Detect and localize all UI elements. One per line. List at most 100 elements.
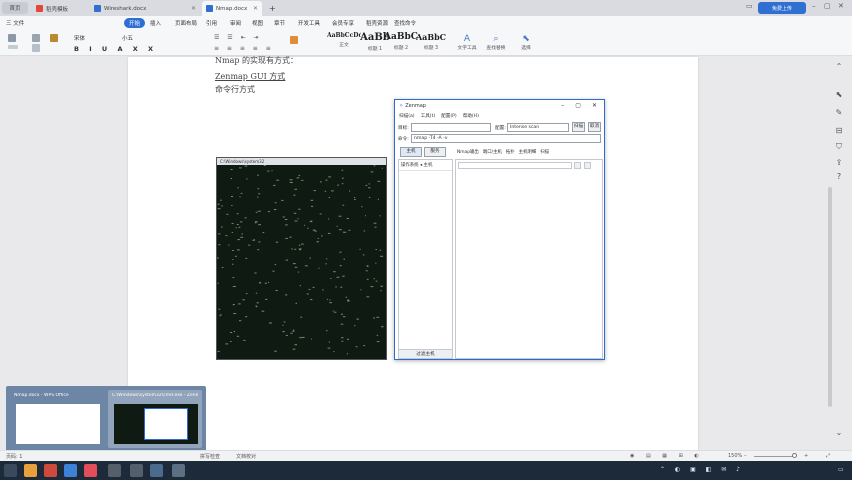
font-size-select[interactable]: 小五	[122, 34, 133, 42]
menu-file[interactable]: 三 文件	[6, 19, 24, 27]
paragraph-icon[interactable]	[290, 36, 298, 44]
zenmap-task-icon[interactable]	[172, 464, 185, 477]
zoom-in-icon[interactable]: +	[804, 453, 808, 459]
align-icons[interactable]: ≡ ≡ ≡ ≡ ≡	[214, 45, 274, 52]
cursor-tool-icon[interactable]: ⬉	[834, 90, 844, 100]
add-tab-button[interactable]: +	[265, 1, 276, 16]
tab-nmap-output[interactable]: Nmap输出	[457, 149, 479, 155]
minimize-icon[interactable]: –	[561, 102, 564, 109]
menu-dev-tools[interactable]: 开发工具	[298, 19, 320, 27]
maximize-icon[interactable]: ▢	[824, 2, 831, 10]
menu-section[interactable]: 章节	[274, 19, 285, 27]
terminal-dot	[331, 190, 334, 192]
zenmap-menu-profile[interactable]: 配置(P)	[441, 113, 457, 119]
file-explorer-icon[interactable]	[24, 464, 37, 477]
scan-button[interactable]: 扫描	[572, 122, 585, 132]
zenmap-menu-tools[interactable]: 工具(t)	[421, 113, 436, 119]
view-mode-icons[interactable]: ◉ ▤ ▦ ⊞ ◐	[630, 453, 704, 459]
preview-item-zenmap[interactable]: C:\Windows\system32\cmd.exe - Zenmap	[108, 390, 202, 448]
expand-icon[interactable]: ⌃	[834, 62, 844, 72]
find-replace-button[interactable]: ⌕ 查找替换	[484, 34, 508, 51]
start-icon[interactable]	[4, 464, 17, 477]
list-icons[interactable]: ☰ ☰ ⇤ ⇥	[214, 34, 262, 41]
menu-docer[interactable]: 稻壳资源	[366, 19, 388, 27]
tab-host-details[interactable]: 主机明细	[519, 149, 537, 155]
zoom-out-icon[interactable]: –	[744, 453, 747, 459]
fullscreen-icon[interactable]: ⤢	[826, 453, 830, 459]
share-icon[interactable]: ⇪	[834, 158, 844, 168]
minimize-icon[interactable]: –	[812, 2, 816, 10]
style-normal[interactable]: AaBbCcDd 正文	[327, 32, 361, 54]
terminal-task-icon[interactable]	[108, 464, 121, 477]
output-detail-icon[interactable]	[584, 162, 591, 169]
scroll-down-icon[interactable]: ⌄	[834, 428, 844, 438]
system-tray-icons[interactable]: ⌃ ◐ ▣ ◧ ✉ ♪	[660, 466, 744, 473]
services-tab[interactable]: 服务	[424, 147, 446, 157]
page-indicator[interactable]: 页码: 1	[6, 453, 22, 460]
shield-icon[interactable]: ⛉	[834, 142, 844, 152]
zenmap-window[interactable]: ✧ Zenmap – ▢ ✕ 扫描(a) 工具(t) 配置(P) 帮助(H) 目…	[394, 99, 605, 360]
vertical-scrollbar[interactable]	[826, 57, 834, 450]
settings-task-icon[interactable]	[130, 464, 143, 477]
host-list-panel[interactable]: 操作系统 ◂ 主机 过滤主机	[398, 159, 453, 359]
menu-start[interactable]: 开始	[124, 18, 146, 28]
output-edit-icon[interactable]	[574, 162, 581, 169]
hosts-tab[interactable]: 主机	[400, 147, 422, 157]
cut-icon[interactable]	[32, 34, 40, 42]
menu-search[interactable]: 查找命令	[394, 19, 416, 27]
tab-nmap[interactable]: Nmap.docx ✕	[202, 1, 262, 16]
style-heading-3[interactable]: AaBbC 标题 3	[414, 32, 448, 54]
cancel-button[interactable]: 取消	[588, 122, 601, 132]
wps-icon[interactable]	[44, 464, 57, 477]
filter-hosts-button[interactable]: 过滤主机	[399, 349, 452, 358]
style-heading-2[interactable]: AaBbC 标题 2	[384, 32, 418, 54]
profile-select[interactable]: Intense scan	[507, 123, 569, 132]
output-host-select[interactable]	[458, 162, 572, 169]
command-input[interactable]: nmap -T4 -A -v	[411, 134, 601, 143]
edit-tool-icon[interactable]: ✎	[834, 108, 844, 118]
paste-icon[interactable]	[8, 34, 16, 42]
select-button[interactable]: ⬉ 选择	[518, 34, 534, 51]
close-window-icon[interactable]: ✕	[838, 2, 844, 10]
tab-ports-hosts[interactable]: 端口/主机	[483, 149, 502, 155]
tab-scans[interactable]: 扫描	[540, 149, 549, 155]
preview-item-wps[interactable]: Nmap.docx - WPS Office	[10, 390, 104, 448]
zoom-slider-thumb[interactable]	[792, 453, 797, 458]
browser-icon[interactable]	[64, 464, 77, 477]
font-name-select[interactable]: 宋体	[74, 34, 85, 42]
menu-insert[interactable]: 插入	[150, 19, 161, 27]
scrollbar-thumb[interactable]	[828, 187, 832, 407]
close-icon[interactable]: ✕	[253, 5, 258, 12]
menu-review[interactable]: 审阅	[230, 19, 241, 27]
terminal-window[interactable]: C:\Windows\system32	[216, 157, 387, 360]
format-painter-icon[interactable]	[50, 34, 58, 42]
menu-view[interactable]: 视图	[252, 19, 263, 27]
login-button[interactable]: 免费上传	[758, 2, 806, 14]
zenmap-menu-scan[interactable]: 扫描(a)	[399, 113, 415, 119]
spellcheck-button[interactable]: 拼写检查	[200, 453, 220, 460]
app-icon[interactable]	[84, 464, 97, 477]
menu-member[interactable]: 会员专享	[332, 19, 354, 27]
tab-topology[interactable]: 拓扑	[506, 149, 515, 155]
monitor-icon[interactable]: ▭	[746, 2, 753, 10]
notification-icon[interactable]: ▭	[838, 466, 844, 473]
font-format-icons[interactable]: B I U A X X	[74, 45, 157, 53]
zenmap-menu-help[interactable]: 帮助(H)	[463, 113, 479, 119]
close-icon[interactable]: ✕	[191, 5, 196, 12]
tab-home[interactable]: 首页	[2, 2, 28, 14]
nmap-output-panel[interactable]	[455, 159, 603, 359]
text-tools-button[interactable]: A 文字工具	[456, 34, 478, 51]
help-icon[interactable]: ?	[834, 172, 844, 182]
menu-reference[interactable]: 引用	[206, 19, 217, 27]
menu-page-layout[interactable]: 页面布局	[175, 19, 197, 27]
tab-wireshark[interactable]: Wireshark.docx ✕	[90, 1, 200, 16]
close-icon[interactable]: ✕	[592, 102, 597, 109]
tab-templates[interactable]: 稻壳模板	[32, 1, 88, 16]
app-task-icon[interactable]	[150, 464, 163, 477]
layout-tool-icon[interactable]: ⊟	[834, 126, 844, 136]
doc-proof-button[interactable]: 文档校对	[236, 453, 256, 460]
zoom-slider[interactable]	[754, 456, 794, 457]
copy-icon[interactable]	[32, 44, 40, 52]
maximize-icon[interactable]: ▢	[575, 102, 581, 109]
target-input[interactable]	[411, 123, 491, 132]
